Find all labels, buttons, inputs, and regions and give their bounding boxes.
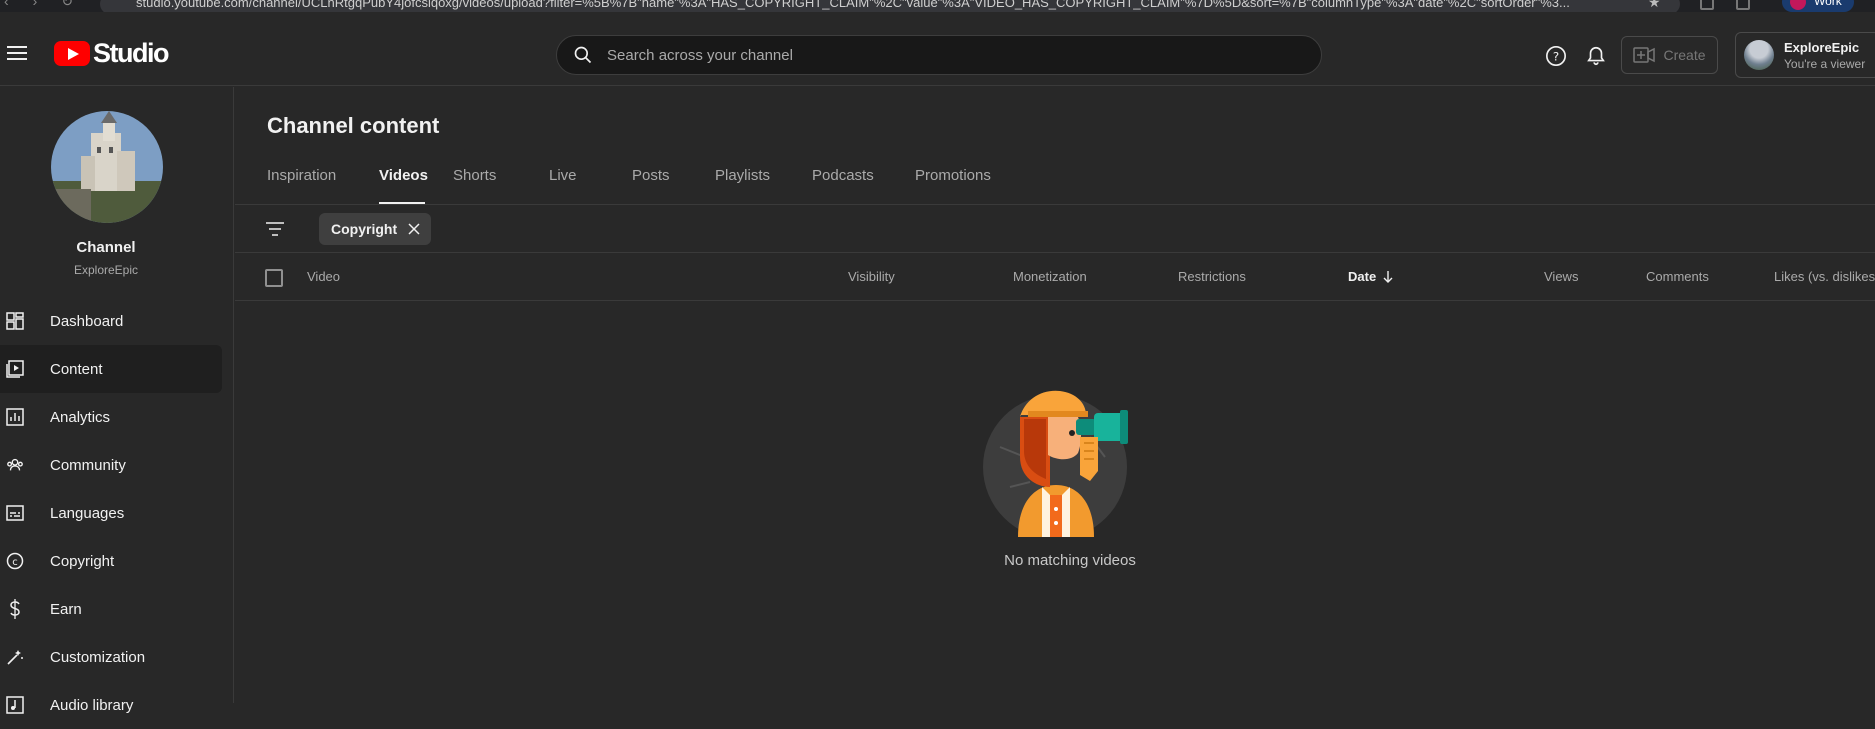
channel-title: Channel (76, 239, 136, 256)
logo-text: Studio (93, 37, 169, 68)
create-video-icon (1633, 47, 1656, 63)
filter-bar: Copyright (235, 205, 1875, 253)
column-restrictions: Restrictions (1178, 269, 1246, 284)
sidebar-item-label: Copyright (50, 552, 115, 570)
search-icon (574, 46, 592, 64)
browser-profile-button[interactable]: Work (1782, 0, 1854, 12)
svg-text:c: c (12, 557, 18, 568)
analytics-icon (6, 408, 24, 426)
channel-content-main: Channel content Inspiration Videos Short… (235, 87, 1875, 703)
sidebar-item-label: Audio library (50, 696, 134, 714)
content-tabs: Inspiration Videos Shorts Live Posts Pla… (267, 159, 1025, 205)
audio-library-icon (6, 696, 24, 714)
sidebar-item-analytics[interactable]: Analytics (0, 393, 222, 441)
sidebar-item-label: Languages (50, 504, 125, 522)
filter-icon[interactable] (265, 221, 285, 242)
browser-nav-icons[interactable]: ‹›↻ (4, 0, 97, 10)
empty-state: No matching videos (970, 377, 1170, 569)
tab-playlists[interactable]: Playlists (715, 159, 812, 205)
column-video: Video (307, 269, 341, 284)
tab-live[interactable]: Live (549, 159, 632, 205)
copyright-icon: c (6, 552, 24, 570)
help-icon[interactable]: ? (1543, 43, 1569, 69)
sidebar-item-customization[interactable]: Customization (0, 633, 222, 681)
dashboard-icon (6, 312, 24, 330)
sidebar: Channel ExploreEpic Dashboard Content An… (0, 87, 234, 714)
earn-icon (6, 599, 24, 619)
sidebar-item-dashboard[interactable]: Dashboard (0, 297, 222, 345)
sidebar-item-label: Customization (50, 648, 146, 666)
sidebar-item-label: Analytics (50, 408, 111, 426)
sidebar-item-audio-library[interactable]: Audio library (0, 681, 222, 729)
tab-inspiration[interactable]: Inspiration (267, 159, 379, 205)
sidebar-item-languages[interactable]: Languages (0, 489, 222, 537)
close-icon[interactable] (407, 222, 421, 236)
page-title: Channel content (267, 113, 440, 138)
column-monetization: Monetization (1013, 269, 1087, 284)
notifications-bell-icon[interactable] (1583, 43, 1609, 69)
account-role: You're a viewer (1784, 56, 1866, 71)
sidebar-item-label: Dashboard (50, 312, 124, 330)
tab-videos[interactable]: Videos (379, 159, 428, 205)
languages-icon (6, 504, 24, 522)
community-icon (6, 456, 24, 474)
column-visibility: Visibility (848, 269, 895, 284)
svg-text:?: ? (1553, 50, 1559, 64)
profile-avatar-icon (1790, 0, 1806, 10)
browser-toolbar: ‹›↻ studio.youtube.com/channel/UCLnRtgqP… (0, 0, 1875, 12)
table-header: Video Visibility Monetization Restrictio… (235, 253, 1875, 301)
arrow-down-icon (1383, 270, 1393, 283)
sidebar-item-community[interactable]: Community (0, 441, 222, 489)
empty-state-message: No matching videos (1004, 552, 1136, 569)
search-input[interactable] (607, 46, 1247, 64)
detective-binoculars-illustration (983, 390, 1128, 539)
sidebar-item-label: Community (50, 456, 126, 474)
filter-chip-copyright[interactable]: Copyright (319, 213, 432, 245)
column-date-label: Date (1348, 269, 1377, 284)
bookmark-star-icon[interactable]: ★ (1648, 0, 1661, 11)
menu-icon[interactable] (7, 46, 27, 60)
sidebar-item-label: Content (50, 360, 103, 378)
content-icon (6, 360, 24, 378)
youtube-studio-logo[interactable]: Studio (54, 37, 169, 68)
account-avatar (1744, 40, 1774, 70)
tab-promotions[interactable]: Promotions (915, 159, 1025, 205)
column-date[interactable]: Date (1348, 269, 1394, 284)
sidebar-item-label: Earn (50, 600, 82, 618)
account-switcher[interactable]: ExploreEpic You're a viewer (1735, 32, 1875, 78)
customization-icon (6, 648, 24, 666)
search-bar[interactable] (556, 35, 1322, 75)
channel-avatar[interactable] (51, 111, 163, 223)
sidebar-item-copyright[interactable]: c Copyright (0, 537, 222, 585)
column-likes: Likes (vs. dislikes) (1774, 269, 1875, 284)
column-comments: Comments (1646, 269, 1709, 284)
youtube-play-icon (54, 40, 90, 66)
tab-shorts[interactable]: Shorts (453, 159, 549, 205)
account-name: ExploreEpic (1784, 39, 1860, 55)
extension-icon[interactable] (1700, 0, 1714, 10)
create-button[interactable]: Create (1621, 36, 1718, 74)
profile-label: Work (1814, 0, 1842, 8)
create-label: Create (1663, 47, 1706, 63)
studio-header: Studio ? Create ExploreEpic You're a vie… (0, 12, 1875, 86)
channel-handle: ExploreEpic (73, 263, 139, 277)
sidebar-item-earn[interactable]: Earn (0, 585, 222, 633)
address-bar[interactable]: studio.youtube.com/channel/UCLnRtgqPubY4… (100, 0, 1680, 12)
sidebar-nav: Dashboard Content Analytics Community La… (0, 297, 222, 729)
filter-chip-label: Copyright (331, 221, 398, 237)
tab-posts[interactable]: Posts (632, 159, 715, 205)
tab-podcasts[interactable]: Podcasts (812, 159, 915, 205)
tab-search-icon[interactable] (1736, 0, 1750, 10)
sidebar-item-content[interactable]: Content (0, 345, 222, 393)
column-views: Views (1544, 269, 1579, 284)
select-all-checkbox[interactable] (265, 269, 283, 287)
